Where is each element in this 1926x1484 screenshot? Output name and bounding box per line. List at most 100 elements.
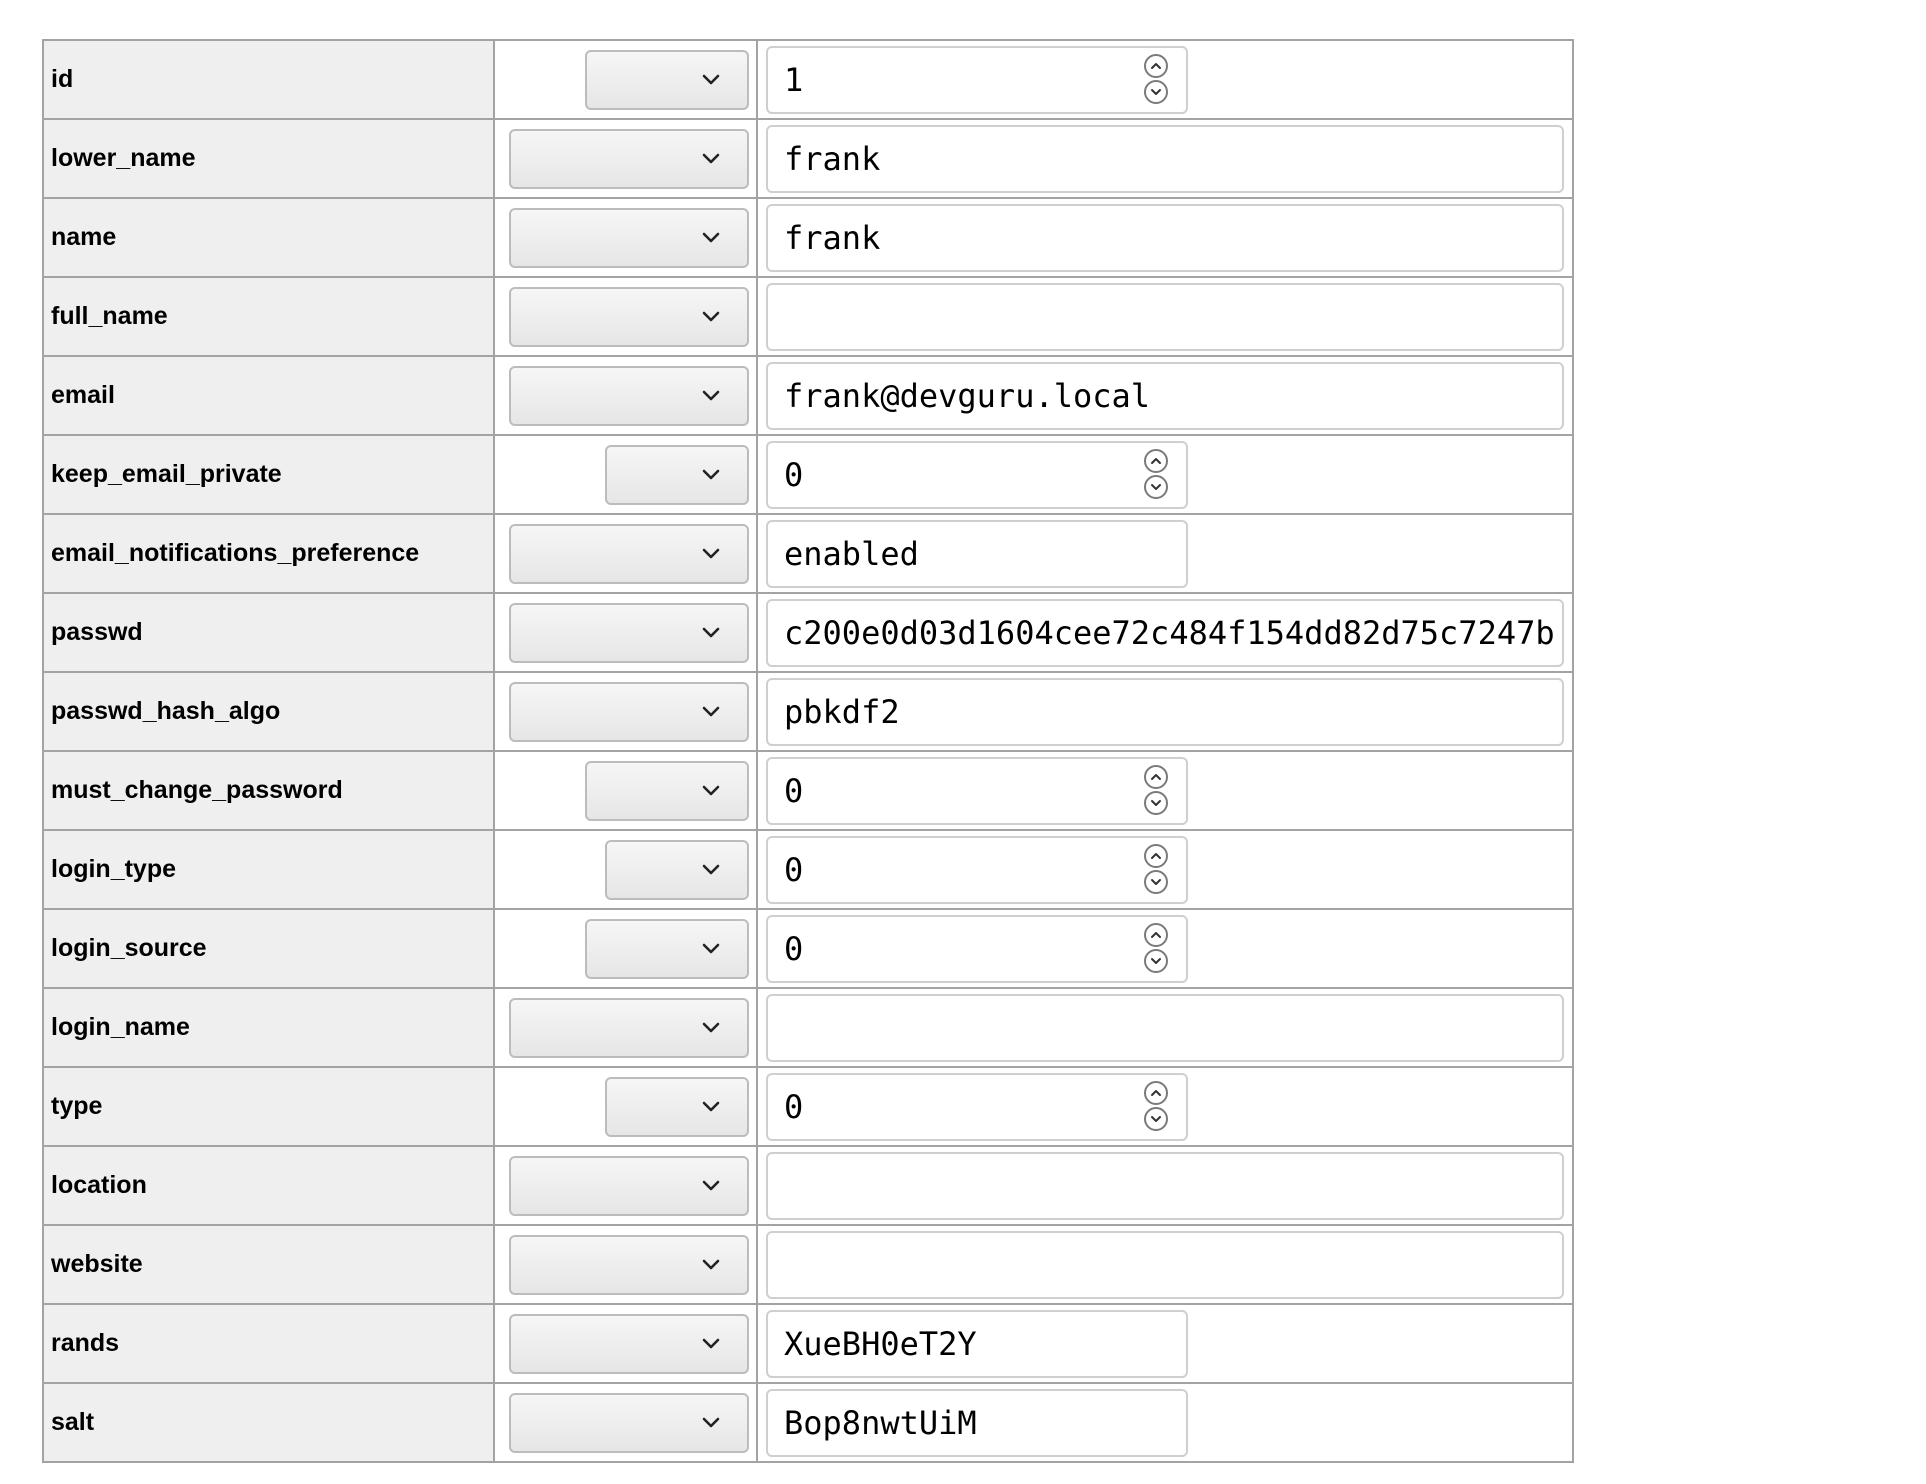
chevron-down-icon bbox=[701, 1097, 721, 1117]
field-name: website bbox=[51, 1250, 143, 1278]
chevron-down-icon bbox=[701, 781, 721, 801]
chevron-up-icon[interactable] bbox=[1144, 1080, 1168, 1105]
function-select[interactable] bbox=[509, 128, 749, 189]
value-text-input[interactable]: enabled bbox=[766, 519, 1188, 588]
field-name-cell: name bbox=[42, 197, 495, 278]
field-name-cell: passwd bbox=[42, 592, 495, 673]
value-cell: frank bbox=[756, 197, 1574, 278]
value-number-input[interactable]: 0 bbox=[766, 1072, 1188, 1141]
function-select[interactable] bbox=[605, 444, 749, 505]
value-cell bbox=[756, 987, 1574, 1068]
function-select[interactable] bbox=[509, 1155, 749, 1216]
function-select[interactable] bbox=[509, 207, 749, 268]
value-number-input[interactable]: 1 bbox=[766, 45, 1188, 114]
function-select[interactable] bbox=[605, 839, 749, 900]
number-spinner[interactable] bbox=[1144, 448, 1170, 503]
chevron-up-icon[interactable] bbox=[1144, 448, 1168, 473]
function-cell bbox=[493, 355, 758, 436]
chevron-down-icon[interactable] bbox=[1144, 79, 1168, 104]
chevron-down-icon[interactable] bbox=[1144, 474, 1168, 499]
chevron-up-icon[interactable] bbox=[1144, 843, 1168, 868]
value-text-input[interactable] bbox=[766, 282, 1564, 351]
value-text-input[interactable]: frank bbox=[766, 203, 1564, 272]
function-select[interactable] bbox=[509, 1392, 749, 1453]
function-select[interactable] bbox=[605, 1076, 749, 1137]
function-select[interactable] bbox=[585, 918, 749, 979]
chevron-down-icon bbox=[701, 702, 721, 722]
value-text-input[interactable]: frank bbox=[766, 124, 1564, 193]
field-name: full_name bbox=[51, 302, 168, 330]
value-text-input[interactable]: c200e0d03d1604cee72c484f154dd82d75c7247b bbox=[766, 598, 1564, 667]
chevron-down-icon[interactable] bbox=[1144, 790, 1168, 815]
number-spinner[interactable] bbox=[1144, 922, 1170, 977]
table-row-keep-email-private: keep_email_private 0 bbox=[42, 434, 1574, 515]
number-spinner[interactable] bbox=[1144, 843, 1170, 898]
value-number-input[interactable]: 0 bbox=[766, 440, 1188, 509]
function-select[interactable] bbox=[509, 681, 749, 742]
value-text-input[interactable]: XueBH0eT2Y bbox=[766, 1309, 1188, 1378]
field-name: salt bbox=[51, 1408, 95, 1436]
field-name: passwd_hash_algo bbox=[51, 697, 281, 725]
value-cell: 0 bbox=[756, 829, 1574, 910]
value-number-input[interactable]: 0 bbox=[766, 914, 1188, 983]
function-select[interactable] bbox=[509, 286, 749, 347]
field-name-cell: must_change_password bbox=[42, 750, 495, 831]
value-cell: 0 bbox=[756, 434, 1574, 515]
table-row-must-change-password: must_change_password 0 bbox=[42, 750, 1574, 831]
function-cell bbox=[493, 513, 758, 594]
chevron-down-icon bbox=[701, 307, 721, 327]
field-name-cell: passwd_hash_algo bbox=[42, 671, 495, 752]
field-name-cell: full_name bbox=[42, 276, 495, 357]
function-select[interactable] bbox=[585, 760, 749, 821]
table-row-salt: salt Bop8nwtUiM bbox=[42, 1382, 1574, 1463]
field-name-cell: id bbox=[42, 39, 495, 120]
function-cell bbox=[493, 434, 758, 515]
chevron-up-icon[interactable] bbox=[1144, 53, 1168, 78]
value-text: Bop8nwtUiM bbox=[784, 1403, 977, 1442]
value-text-input[interactable] bbox=[766, 1151, 1564, 1220]
field-name: passwd bbox=[51, 618, 143, 646]
value-text-input[interactable] bbox=[766, 1230, 1564, 1299]
function-select[interactable] bbox=[509, 997, 749, 1058]
value-text-input[interactable] bbox=[766, 993, 1564, 1062]
function-cell bbox=[493, 1145, 758, 1226]
field-name-cell: login_source bbox=[42, 908, 495, 989]
function-cell bbox=[493, 39, 758, 120]
function-select[interactable] bbox=[509, 1234, 749, 1295]
chevron-down-icon[interactable] bbox=[1144, 1106, 1168, 1131]
table-body: id 1 lower_name frank name frank full_name emai… bbox=[42, 39, 1574, 1463]
table-row-login-source: login_source 0 bbox=[42, 908, 1574, 989]
function-cell bbox=[493, 1066, 758, 1147]
function-select[interactable] bbox=[509, 1313, 749, 1374]
value-text: frank bbox=[784, 218, 881, 257]
table-row-name: name frank bbox=[42, 197, 1574, 278]
chevron-down-icon bbox=[701, 1176, 721, 1196]
value-text: 1 bbox=[784, 60, 804, 99]
table-row-rands: rands XueBH0eT2Y bbox=[42, 1303, 1574, 1384]
value-cell: frank@devguru.local bbox=[756, 355, 1574, 436]
value-cell: enabled bbox=[756, 513, 1574, 594]
value-number-input[interactable]: 0 bbox=[766, 835, 1188, 904]
function-cell bbox=[493, 671, 758, 752]
chevron-down-icon[interactable] bbox=[1144, 869, 1168, 894]
number-spinner[interactable] bbox=[1144, 1080, 1170, 1135]
field-name: login_name bbox=[51, 1013, 190, 1041]
number-spinner[interactable] bbox=[1144, 53, 1170, 108]
function-cell bbox=[493, 1224, 758, 1305]
chevron-up-icon[interactable] bbox=[1144, 764, 1168, 789]
value-number-input[interactable]: 0 bbox=[766, 756, 1188, 825]
table-row-login-name: login_name bbox=[42, 987, 1574, 1068]
value-cell: XueBH0eT2Y bbox=[756, 1303, 1574, 1384]
table-row-login-type: login_type 0 bbox=[42, 829, 1574, 910]
function-select[interactable] bbox=[509, 523, 749, 584]
chevron-down-icon bbox=[701, 1413, 721, 1433]
value-text-input[interactable]: pbkdf2 bbox=[766, 677, 1564, 746]
value-text-input[interactable]: Bop8nwtUiM bbox=[766, 1388, 1188, 1457]
function-select[interactable] bbox=[509, 365, 749, 426]
value-text-input[interactable]: frank@devguru.local bbox=[766, 361, 1564, 430]
chevron-up-icon[interactable] bbox=[1144, 922, 1168, 947]
function-select[interactable] bbox=[509, 602, 749, 663]
chevron-down-icon[interactable] bbox=[1144, 948, 1168, 973]
function-select[interactable] bbox=[585, 49, 749, 110]
number-spinner[interactable] bbox=[1144, 764, 1170, 819]
